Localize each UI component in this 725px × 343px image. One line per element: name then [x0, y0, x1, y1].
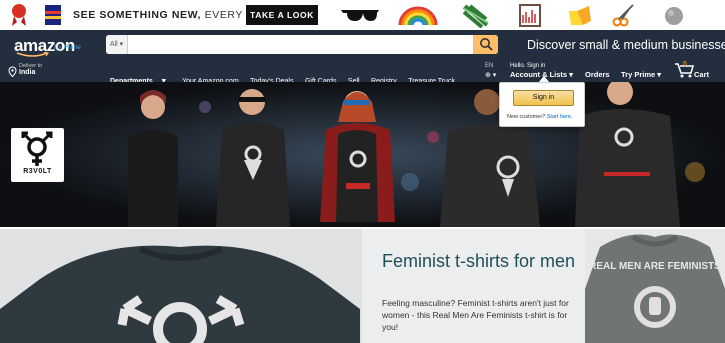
- frame-icon[interactable]: [518, 3, 542, 28]
- signin-button[interactable]: Sign in: [513, 90, 574, 106]
- promo-headline: SEE SOMETHING NEW, EVERY DAY.: [73, 9, 272, 21]
- hero-image: [0, 82, 725, 227]
- take-a-look-button[interactable]: TAKE A LOOK: [246, 5, 318, 25]
- new-customer-text: New customer? Start here.: [507, 114, 573, 120]
- rainbow-icon[interactable]: [398, 6, 438, 26]
- real-men-tshirt-graphic: REAL MEN ARE FEMINISTS: [585, 234, 725, 343]
- cart-count: 0: [683, 61, 687, 68]
- revolt-badge[interactable]: R3V0LT: [11, 128, 64, 182]
- feature-description: Feeling masculine? Feminist t-shirts are…: [382, 298, 569, 332]
- sunglasses-icon[interactable]: [340, 7, 380, 23]
- discover-promo-link[interactable]: Discover small & medium businesses: [527, 38, 725, 52]
- feature-section: Feminist t-shirts for men Feeling mascul…: [0, 229, 725, 343]
- globe-icon[interactable]: ⊕ ▾: [485, 71, 496, 79]
- plant-icon[interactable]: [460, 3, 490, 28]
- try-prime-menu[interactable]: Try Prime ▾: [621, 70, 661, 79]
- deliver-country[interactable]: India: [19, 69, 35, 76]
- search-bar: All ▾: [106, 35, 498, 54]
- orders-link[interactable]: Orders: [585, 70, 610, 79]
- ball-icon[interactable]: [663, 5, 685, 27]
- logo-smile-icon: [16, 52, 49, 57]
- gender-symbol-icon: [21, 131, 53, 166]
- try-prime-logo-link[interactable]: Try Prime: [53, 44, 81, 51]
- scissors-icon[interactable]: [612, 3, 636, 27]
- nav-links: Departments ▾ Your Amazon.com Today's De…: [110, 70, 462, 85]
- search-icon: [479, 38, 493, 51]
- hello-sign-in[interactable]: Hello. Sign in: [510, 63, 545, 69]
- search-input[interactable]: [129, 35, 474, 54]
- bag-icon[interactable]: [565, 3, 595, 28]
- cart-link[interactable]: Cart: [694, 70, 709, 79]
- tshirt-image-right[interactable]: REAL MEN ARE FEMINISTS: [585, 229, 725, 343]
- revolt-text: R3V0LT: [23, 168, 52, 175]
- shirt-text-real-men: REAL MEN ARE FEMINISTS: [589, 261, 721, 272]
- start-here-link[interactable]: Start here.: [547, 114, 573, 120]
- search-department-select[interactable]: All ▾: [106, 35, 128, 54]
- location-pin-icon: [8, 66, 17, 77]
- book-icon[interactable]: [43, 3, 63, 27]
- promo-strip: SEE SOMETHING NEW, EVERY DAY. TAKE A LOO…: [0, 0, 725, 30]
- top-navbar: amazon Try Prime All ▾ Discover small & …: [0, 30, 725, 85]
- language-label[interactable]: EN: [485, 63, 493, 69]
- search-button[interactable]: [473, 35, 498, 54]
- tshirt-graphic: [0, 245, 360, 343]
- ribbon-icon[interactable]: [8, 3, 30, 27]
- tshirt-image-left[interactable]: [0, 229, 362, 343]
- signin-flyout: Sign in New customer? Start here.: [499, 82, 585, 127]
- feature-title[interactable]: Feminist t-shirts for men: [382, 250, 582, 272]
- hero-banner[interactable]: [0, 82, 725, 227]
